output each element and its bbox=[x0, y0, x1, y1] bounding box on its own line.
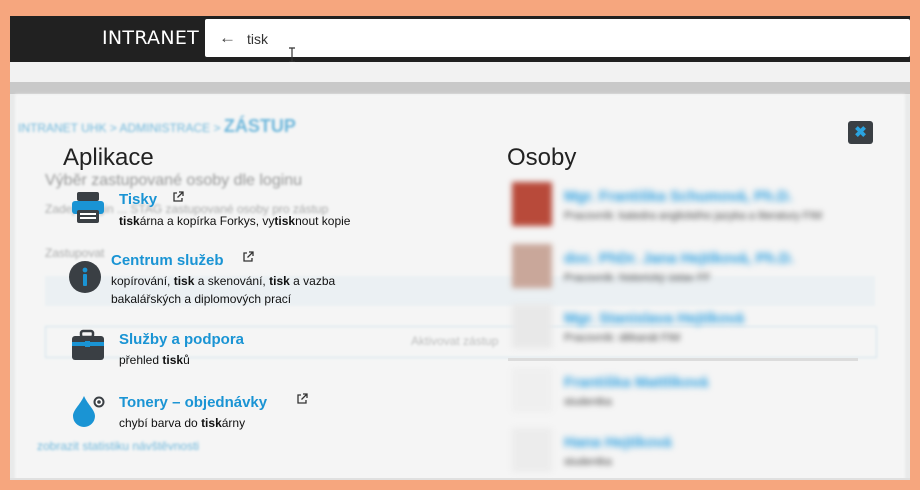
description-text: přehled bbox=[119, 353, 163, 367]
ink-drop-icon bbox=[73, 396, 105, 427]
bottom-divider bbox=[10, 478, 910, 480]
avatar bbox=[512, 428, 552, 472]
description-text: árna a kopírka Forkys, vy bbox=[139, 214, 275, 228]
avatar bbox=[512, 368, 552, 412]
external-link-icon[interactable] bbox=[242, 251, 254, 263]
people-title: Osoby bbox=[507, 144, 577, 171]
activate-button: Aktivovat zástup bbox=[411, 334, 499, 348]
search-box[interactable]: ← bbox=[205, 19, 910, 57]
search-highlight: tisk bbox=[119, 214, 140, 228]
divider bbox=[508, 358, 858, 361]
stats-link: zobrazit statistiku návštěvnosti bbox=[37, 439, 200, 453]
app-item-tisky[interactable]: Tisky tiskárna a kopírka Forkys, vytiskn… bbox=[70, 188, 370, 234]
person-item[interactable]: doc. PhDr. Jana Hejtíková, Ph.D. Pracovn… bbox=[512, 244, 872, 298]
app-item-sluzby-a-podpora[interactable]: Služby a podpora přehled tisků bbox=[70, 328, 370, 374]
search-highlight: tisk bbox=[173, 274, 195, 288]
overlay-strip bbox=[10, 82, 910, 94]
description-text: chybí barva do bbox=[119, 416, 202, 430]
person-item[interactable]: Hana Hejtíková studentka bbox=[512, 428, 872, 480]
person-name[interactable]: Hana Hejtíková bbox=[564, 434, 672, 451]
description-text: a vazba bbox=[289, 274, 336, 288]
app-description: tiskárna a kopírka Forkys, vytisknout ko… bbox=[119, 212, 350, 230]
briefcase-icon bbox=[72, 329, 104, 360]
description-text: árny bbox=[221, 416, 246, 430]
search-highlight: tisk bbox=[274, 214, 296, 228]
top-bar: INTRANET ← bbox=[10, 16, 910, 62]
browser-frame: INTRANET ← INTRANET UHK > ADMINISTRACE >… bbox=[10, 16, 910, 480]
person-role: Pracovník: děkanát FIM bbox=[564, 332, 681, 344]
person-item[interactable]: Františka Mattlíková studentka bbox=[512, 368, 872, 422]
back-arrow-icon[interactable]: ← bbox=[219, 28, 236, 48]
app-description: přehled tisků bbox=[119, 351, 190, 369]
person-name[interactable]: Mgr. Františka Schumová, Ph.D. bbox=[564, 188, 792, 205]
external-link-icon[interactable] bbox=[172, 191, 184, 203]
text-cursor-icon bbox=[289, 47, 295, 63]
app-description: kopírování, tisk a skenování, tisk a vaz… bbox=[111, 272, 335, 308]
app-name[interactable]: Tonery – objednávky bbox=[119, 394, 267, 411]
avatar bbox=[512, 304, 552, 348]
printer-icon bbox=[72, 192, 104, 223]
description-text: nout kopie bbox=[295, 214, 351, 228]
breadcrumb: INTRANET UHK > ADMINISTRACE > ZÁSTUP bbox=[18, 116, 296, 136]
person-name[interactable]: doc. PhDr. Jana Hejtíková, Ph.D. bbox=[564, 250, 794, 267]
search-highlight: tisk bbox=[269, 274, 290, 288]
person-item[interactable]: Mgr. Františka Schumová, Ph.D. Pracovník… bbox=[512, 182, 872, 236]
app-description: chybí barva do tiskárny bbox=[119, 414, 245, 432]
person-item[interactable]: Mgr. Stanislava Hejtíková Pracovník: děk… bbox=[512, 304, 872, 358]
avatar bbox=[512, 182, 552, 226]
app-item-centrum-sluzeb[interactable]: Centrum služeb kopírování, tisk a skenov… bbox=[68, 248, 388, 308]
app-name[interactable]: Tisky bbox=[119, 191, 157, 208]
search-highlight: tisk bbox=[201, 416, 222, 430]
sub-navigation-bar bbox=[10, 62, 910, 82]
person-role: studentka bbox=[564, 456, 612, 468]
description-text: ů bbox=[183, 353, 190, 367]
person-role: Pracovník: katedra anglického jazyka a l… bbox=[564, 210, 823, 222]
description-text: bakalářských a diplomových prací bbox=[111, 292, 292, 306]
app-item-tonery[interactable]: Tonery – objednávky chybí barva do tiská… bbox=[70, 391, 370, 437]
search-highlight: tisk bbox=[162, 353, 184, 367]
app-name[interactable]: Centrum služeb bbox=[111, 252, 224, 269]
description-text: kopírování, bbox=[111, 274, 174, 288]
apps-title: Aplikace bbox=[63, 144, 154, 171]
person-name[interactable]: Františka Mattlíková bbox=[564, 374, 708, 391]
brand-logo[interactable]: INTRANET bbox=[102, 27, 199, 49]
external-link-icon[interactable] bbox=[296, 393, 308, 405]
app-name[interactable]: Služby a podpora bbox=[119, 331, 244, 348]
person-role: Pracovník: historický ústav FF bbox=[564, 272, 711, 284]
description-text: a skenování, bbox=[194, 274, 270, 288]
person-name[interactable]: Mgr. Stanislava Hejtíková bbox=[564, 310, 744, 327]
info-icon bbox=[69, 261, 101, 293]
search-input[interactable] bbox=[245, 27, 849, 51]
close-button[interactable]: ✖ bbox=[848, 121, 873, 144]
avatar bbox=[512, 244, 552, 288]
person-role: studentka bbox=[564, 396, 612, 408]
